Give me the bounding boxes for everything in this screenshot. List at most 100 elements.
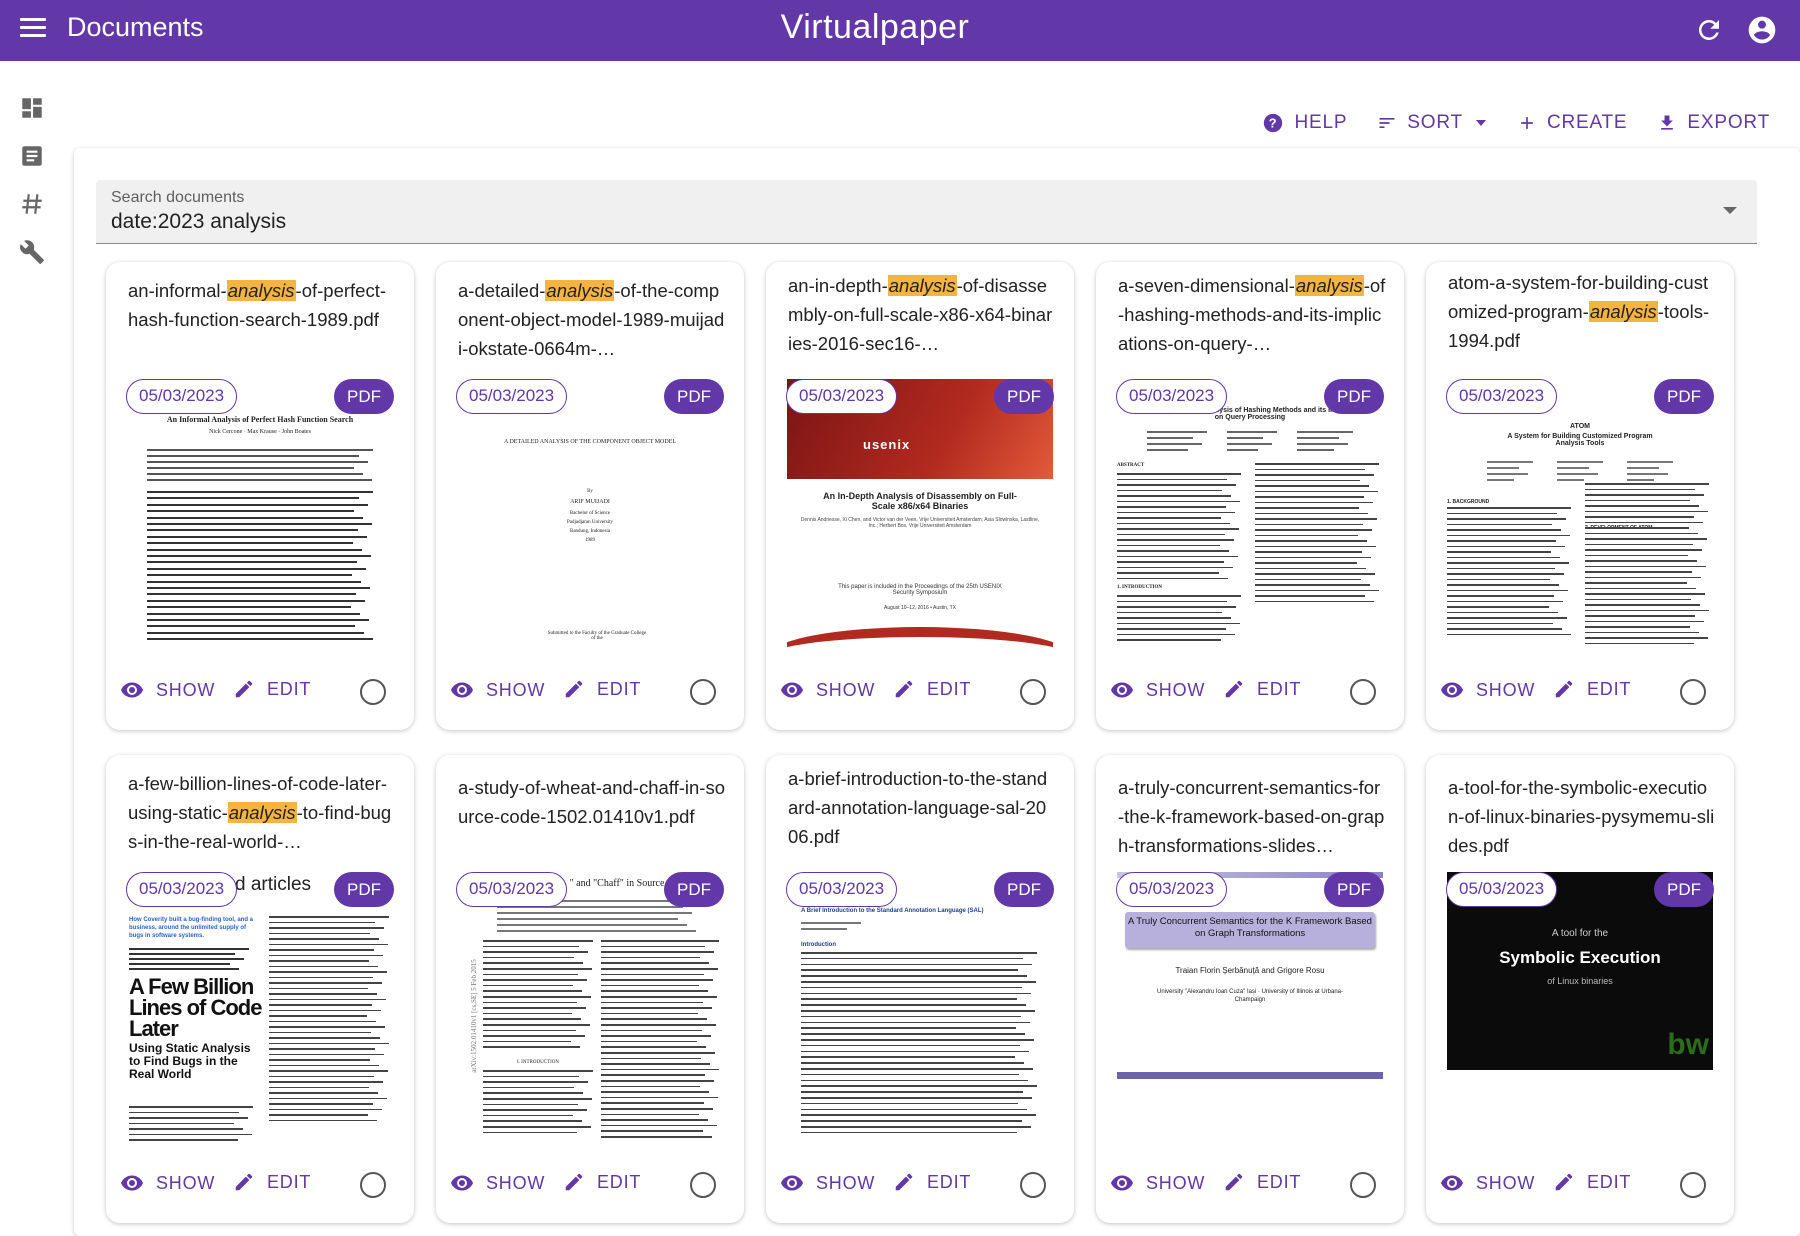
document-title[interactable]: a-detailed-analysis-of-the-component-obj…	[458, 276, 726, 363]
document-title[interactable]: a-seven-dimensional-analysis-of-hashing-…	[1118, 271, 1386, 358]
text-line	[483, 1098, 592, 1100]
title-text: an-in-depth-	[788, 275, 888, 296]
show-button[interactable]: SHOW	[780, 678, 875, 702]
edit-button[interactable]: EDIT	[893, 1171, 971, 1193]
show-button[interactable]: SHOW	[120, 678, 215, 702]
search-input[interactable]	[111, 210, 1611, 234]
document-thumbnail[interactable]: A Truly Concurrent Semantics for the K F…	[1117, 872, 1383, 1142]
tools-icon[interactable]	[19, 239, 47, 267]
sort-button[interactable]: SORT	[1377, 112, 1487, 134]
text-line	[483, 1120, 582, 1122]
search-field[interactable]: Search documents	[96, 180, 1757, 244]
text-line	[483, 979, 587, 981]
select-radio[interactable]	[360, 1172, 386, 1198]
document-card[interactable]: a-detailed-analysis-of-the-component-obj…	[436, 262, 744, 730]
show-button[interactable]: SHOW	[780, 1171, 875, 1195]
document-title[interactable]: a-tool-for-the-symbolic-execution-of-lin…	[1448, 773, 1716, 860]
text-line	[1447, 573, 1564, 575]
document-title[interactable]: a-brief-introduction-to-the-standard-ann…	[788, 764, 1056, 851]
document-icon[interactable]	[19, 143, 47, 171]
help-button[interactable]: ? HELP	[1262, 112, 1347, 134]
document-title[interactable]: an-informal-analysis-of-perfect-hash-fun…	[128, 276, 396, 334]
text-line	[129, 1122, 234, 1124]
show-button[interactable]: SHOW	[1110, 1171, 1205, 1195]
edit-button[interactable]: EDIT	[893, 678, 971, 700]
document-thumbnail[interactable]: usenix An In-Depth Analysis of Disassembl…	[787, 379, 1053, 649]
hashtag-icon[interactable]	[19, 191, 47, 219]
select-radio[interactable]	[1350, 679, 1376, 705]
select-radio[interactable]	[690, 1172, 716, 1198]
thumb-footer: Submitted to the Faculty of the Graduate…	[547, 631, 647, 641]
document-card[interactable]: a-few-billion-lines-of-code-later-using-…	[106, 755, 414, 1223]
pencil-icon	[235, 680, 253, 698]
document-card[interactable]: an-informal-analysis-of-perfect-hash-fun…	[106, 262, 414, 730]
document-thumbnail[interactable]: A DETAILED ANALYSIS OF THE COMPONENT OBJ…	[457, 379, 723, 649]
show-button[interactable]: SHOW	[1440, 1171, 1535, 1195]
edit-label: EDIT	[1587, 1171, 1632, 1192]
document-thumbnail[interactable]: " and "Chaff" in Source arXiv:1502.01410v…	[457, 872, 723, 1142]
select-radio[interactable]	[690, 679, 716, 705]
dropdown-caret-icon[interactable]	[1723, 207, 1737, 214]
refresh-icon[interactable]	[1694, 15, 1724, 45]
document-card[interactable]: atom-a-system-for-building-customized-pr…	[1426, 262, 1734, 730]
document-title[interactable]: a-few-billion-lines-of-code-later-using-…	[128, 769, 396, 856]
document-card[interactable]: an-in-depth-analysis-of-disassembly-on-f…	[766, 262, 1074, 730]
document-thumbnail[interactable]: A tool for the Symbolic Execution of Linux…	[1447, 872, 1713, 1142]
document-thumbnail[interactable]: ATOM A System for Building Customized Pro…	[1447, 379, 1713, 649]
account-circle-icon[interactable]	[1746, 14, 1778, 46]
select-radio[interactable]	[360, 679, 386, 705]
text-line	[147, 523, 372, 525]
text-line	[269, 1075, 374, 1077]
document-card[interactable]: a-study-of-wheat-and-chaff-in-source-cod…	[436, 755, 744, 1223]
edit-button[interactable]: EDIT	[1553, 1171, 1631, 1193]
edit-button[interactable]: EDIT	[1553, 678, 1631, 700]
text-line	[601, 1040, 697, 1043]
edit-button[interactable]: EDIT	[563, 678, 641, 700]
edit-button[interactable]: EDIT	[1223, 678, 1301, 700]
select-radio[interactable]	[1350, 1172, 1376, 1198]
select-radio[interactable]	[1020, 679, 1046, 705]
document-title[interactable]: atom-a-system-for-building-customized-pr…	[1448, 268, 1716, 355]
document-card[interactable]: a-truly-concurrent-semantics-for-the-k-f…	[1096, 755, 1404, 1223]
document-thumbnail[interactable]: An Informal Analysis of Perfect Hash Fun…	[127, 379, 393, 649]
edit-button[interactable]: EDIT	[233, 1171, 311, 1193]
show-button[interactable]: SHOW	[1110, 678, 1205, 702]
document-title[interactable]: a-truly-concurrent-semantics-for-the-k-f…	[1118, 773, 1386, 860]
text-line	[801, 998, 1017, 1000]
export-button[interactable]: EXPORT	[1657, 112, 1770, 134]
thumb-sub: Using Static Analysis to Find Bugs in th…	[129, 1041, 251, 1081]
edit-button[interactable]: EDIT	[233, 678, 311, 700]
show-button[interactable]: SHOW	[450, 1171, 545, 1195]
thumb-authors: Traian Florin Șerbănuță and Grigore Rosu	[1175, 966, 1325, 975]
show-label: SHOW	[816, 679, 876, 700]
type-chip: PDF	[664, 379, 724, 414]
edit-button[interactable]: EDIT	[563, 1171, 641, 1193]
select-radio[interactable]	[1680, 679, 1706, 705]
create-button[interactable]: CREATE	[1517, 112, 1627, 134]
document-thumbnail[interactable]: d articles How Coverity built a bug-findi…	[127, 872, 393, 1142]
dashboard-icon[interactable]	[19, 95, 47, 123]
text-line	[601, 1108, 713, 1110]
text-line	[601, 1012, 698, 1015]
document-thumbnail[interactable]: A Brief Introduction to the Standard Ann…	[787, 872, 1053, 1142]
select-radio[interactable]	[1680, 1172, 1706, 1198]
document-card[interactable]: a-brief-introduction-to-the-standard-ann…	[766, 755, 1074, 1223]
text-line	[147, 497, 359, 500]
edit-button[interactable]: EDIT	[1223, 1171, 1301, 1193]
text-line	[801, 1108, 1027, 1111]
document-title[interactable]: an-in-depth-analysis-of-disassembly-on-f…	[788, 271, 1056, 358]
select-radio[interactable]	[1020, 1172, 1046, 1198]
document-card[interactable]: a-tool-for-the-symbolic-execution-of-lin…	[1426, 755, 1734, 1223]
document-card[interactable]: a-seven-dimensional-analysis-of-hashing-…	[1096, 262, 1404, 730]
text-line	[1117, 528, 1239, 530]
show-button[interactable]: SHOW	[120, 1171, 215, 1195]
show-button[interactable]: SHOW	[450, 678, 545, 702]
thumb-school: Padjadjaran University	[567, 520, 613, 525]
text-line	[269, 927, 384, 929]
document-thumbnail[interactable]: A Seven-Dimensional Analysis of Hashing …	[1117, 379, 1383, 649]
pencil-icon	[1555, 1173, 1573, 1191]
text-line	[601, 1136, 712, 1138]
show-button[interactable]: SHOW	[1440, 678, 1535, 702]
text-line	[1255, 578, 1361, 580]
document-title[interactable]: a-study-of-wheat-and-chaff-in-source-cod…	[458, 773, 726, 831]
